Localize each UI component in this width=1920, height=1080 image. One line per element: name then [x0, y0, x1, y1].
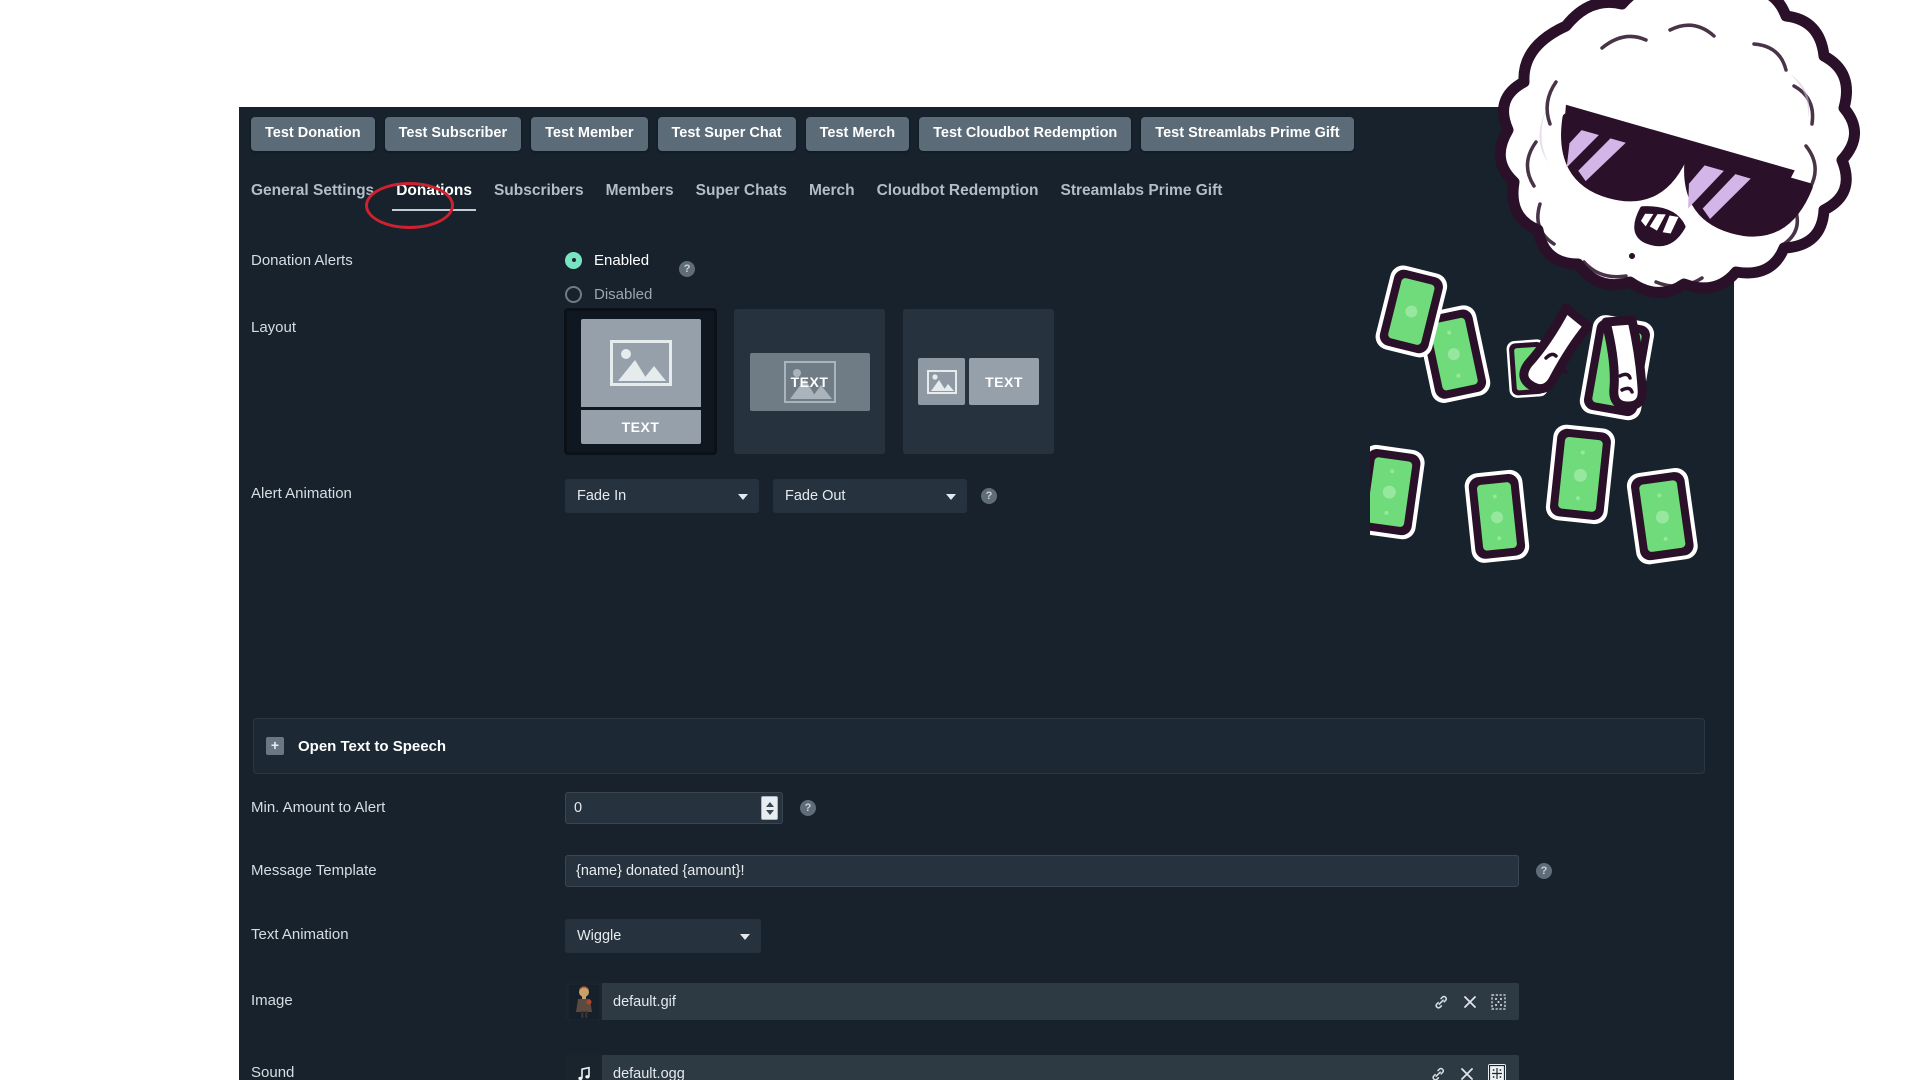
layout-label: Layout: [251, 319, 297, 336]
tab-donations[interactable]: Donations: [392, 182, 476, 211]
stepper-down-icon[interactable]: [765, 809, 774, 815]
image-thumbnail: [565, 983, 602, 1020]
alert-animation-help-icon[interactable]: ?: [981, 488, 997, 504]
grid-icon[interactable]: [1488, 1064, 1506, 1080]
alertbox-settings-panel: Test Donation Test Subscriber Test Membe…: [239, 107, 1734, 1080]
radio-option-disabled[interactable]: Disabled: [565, 281, 695, 307]
tab-members[interactable]: Members: [606, 182, 674, 211]
sound-file-bar[interactable]: default.ogg: [565, 1055, 1519, 1080]
radio-option-enabled[interactable]: Enabled ?: [565, 247, 696, 277]
layout-option-text-over-image[interactable]: TEXT: [734, 309, 885, 454]
quantity-stepper[interactable]: [761, 796, 778, 820]
text-animation-value: Wiggle: [577, 928, 622, 944]
tab-general-settings[interactable]: General Settings: [251, 182, 374, 211]
test-merch-button[interactable]: Test Merch: [805, 117, 910, 151]
image-file-actions: [1433, 993, 1519, 1010]
radio-disabled-icon[interactable]: [565, 285, 582, 303]
image-file-bar[interactable]: default.gif: [565, 983, 1519, 1020]
tab-cloudbot-redemption[interactable]: Cloudbot Redemption: [877, 182, 1039, 211]
image-file-name: default.gif: [613, 993, 676, 1010]
link-icon[interactable]: [1430, 1066, 1446, 1080]
chevron-down-icon: [738, 494, 748, 500]
donation-alerts-label: Donation Alerts: [251, 252, 353, 269]
open-text-to-speech-section[interactable]: + Open Text to Speech: [253, 718, 1705, 774]
tab-streamlabs-prime-gift[interactable]: Streamlabs Prime Gift: [1060, 182, 1222, 211]
layout3-text-label: TEXT: [969, 358, 1039, 405]
test-streamlabs-prime-gift-button[interactable]: Test Streamlabs Prime Gift: [1141, 117, 1354, 151]
message-template-row: Message Template {name} donated {amount}…: [251, 855, 1706, 895]
image-label: Image: [251, 992, 293, 1009]
settings-tab-bar: General Settings Donations Subscribers M…: [251, 171, 1222, 211]
open-text-to-speech-label: Open Text to Speech: [298, 737, 447, 755]
layout2-text-label: TEXT: [790, 373, 829, 390]
alert-show-animation-select[interactable]: Fade In: [565, 479, 759, 513]
stepper-up-icon[interactable]: [765, 801, 774, 807]
layout1-image-placeholder-icon: [580, 319, 701, 407]
radio-enabled-label: Enabled: [594, 251, 650, 269]
sound-controls: default.ogg: [565, 1055, 1519, 1080]
radio-enabled-icon[interactable]: [565, 251, 582, 269]
test-cloudbot-redemption-button[interactable]: Test Cloudbot Redemption: [919, 117, 1132, 151]
alert-animation-controls: Fade In Fade Out ?: [565, 479, 997, 513]
tab-super-chats[interactable]: Super Chats: [696, 182, 787, 211]
text-animation-controls: Wiggle: [565, 919, 761, 953]
sound-label: Sound: [251, 1064, 295, 1080]
min-amount-input[interactable]: 0: [565, 792, 783, 824]
sound-file-actions: [1430, 1064, 1519, 1080]
grid-icon[interactable]: [1491, 993, 1506, 1010]
sound-file-name: default.ogg: [613, 1065, 685, 1080]
radio-disabled-label: Disabled: [594, 285, 653, 303]
min-amount-help-icon[interactable]: ?: [800, 800, 816, 816]
layout-options: TEXT TEXT TEXT: [565, 309, 1054, 454]
test-super-chat-button[interactable]: Test Super Chat: [657, 117, 796, 151]
min-amount-row: Min. Amount to Alert 0 ?: [251, 792, 1706, 832]
layout-row: Layout TEXT TEXT TEXT: [251, 309, 1706, 469]
test-member-button[interactable]: Test Member: [531, 117, 648, 151]
text-animation-label: Text Animation: [251, 926, 349, 943]
message-template-input[interactable]: {name} donated {amount}!: [565, 855, 1519, 887]
donation-alerts-row: Donation Alerts Enabled ? Disabled: [251, 247, 1706, 307]
test-donation-button[interactable]: Test Donation: [251, 117, 375, 151]
text-animation-row: Text Animation Wiggle: [251, 919, 1706, 959]
remove-icon[interactable]: [1460, 1067, 1474, 1080]
expand-plus-icon[interactable]: +: [266, 737, 284, 755]
link-icon[interactable]: [1433, 994, 1449, 1010]
test-subscriber-button[interactable]: Test Subscriber: [384, 117, 522, 151]
alert-show-animation-value: Fade In: [577, 488, 627, 504]
music-note-icon: [565, 1055, 602, 1080]
min-amount-label: Min. Amount to Alert: [251, 799, 386, 816]
alert-hide-animation-value: Fade Out: [785, 488, 846, 504]
message-template-value: {name} donated {amount}!: [576, 863, 745, 879]
layout3-image-placeholder-icon: [918, 358, 965, 405]
alert-animation-row: Alert Animation Fade In Fade Out ?: [251, 479, 1706, 519]
chevron-down-icon: [946, 494, 956, 500]
chevron-down-icon: [740, 934, 750, 940]
layout-option-image-above-text[interactable]: TEXT: [565, 309, 716, 454]
remove-icon[interactable]: [1463, 995, 1477, 1009]
message-template-label: Message Template: [251, 862, 377, 879]
image-controls: default.gif: [565, 983, 1519, 1020]
layout1-text-label: TEXT: [580, 410, 701, 444]
sound-row: Sound default.ogg: [251, 1055, 1706, 1080]
test-buttons-row: Test Donation Test Subscriber Test Membe…: [251, 117, 1354, 151]
layout-option-image-beside-text[interactable]: TEXT: [903, 309, 1054, 454]
message-template-controls: {name} donated {amount}! ?: [565, 855, 1552, 887]
alert-animation-label: Alert Animation: [251, 485, 352, 502]
tab-subscribers[interactable]: Subscribers: [494, 182, 584, 211]
message-template-help-icon[interactable]: ?: [1536, 863, 1552, 879]
tab-merch[interactable]: Merch: [809, 182, 855, 211]
text-animation-select[interactable]: Wiggle: [565, 919, 761, 953]
alert-hide-animation-select[interactable]: Fade Out: [773, 479, 967, 513]
donation-alerts-help-icon[interactable]: ?: [679, 261, 696, 277]
min-amount-controls: 0 ?: [565, 792, 816, 824]
donation-alerts-radio-group: Enabled ? Disabled: [565, 247, 696, 307]
image-row: Image default.gif: [251, 983, 1706, 1023]
min-amount-value: 0: [574, 800, 583, 816]
